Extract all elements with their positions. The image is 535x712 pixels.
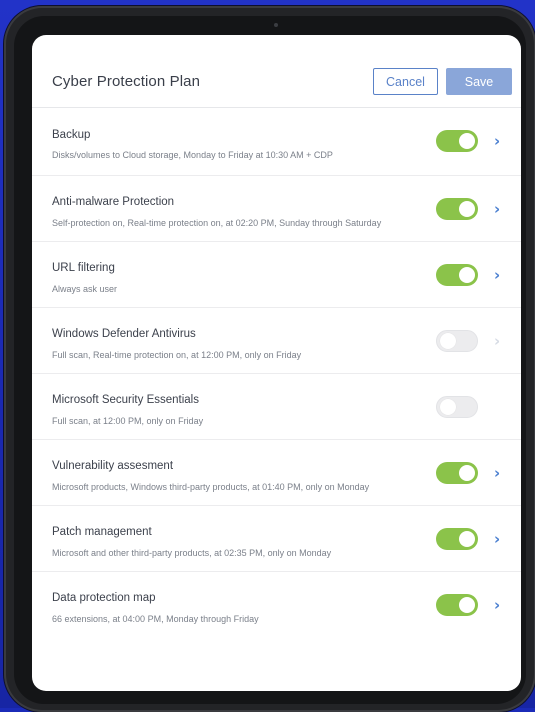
item-title: Windows Defender Antivirus [52,328,196,340]
save-button[interactable]: Save [446,68,512,95]
backup-toggle[interactable] [436,130,478,152]
toggle-knob [459,133,475,149]
list-item-security-essentials[interactable]: Microsoft Security Essentials Full scan,… [32,374,521,440]
item-title: Anti-malware Protection [52,196,175,208]
chevron-right-icon[interactable]: › [494,596,508,614]
chevron-right-icon[interactable]: › [494,200,508,218]
cancel-button[interactable]: Cancel [373,68,438,95]
settings-list: Backup Disks/volumes to Cloud storage, M… [32,108,521,638]
data-protection-map-toggle[interactable] [436,594,478,616]
item-description: Self-protection on, Real-time protection… [52,218,382,228]
anti-malware-toggle[interactable] [436,198,478,220]
chevron-right-icon[interactable]: › [494,132,508,150]
item-title: Patch management [52,526,152,538]
item-title: Backup [52,129,91,141]
chevron-right-icon[interactable]: › [494,530,508,548]
item-description: Always ask user [52,284,118,294]
item-description: Microsoft products, Windows third-party … [52,482,370,492]
list-item-patch-management[interactable]: Patch management Microsoft and other thi… [32,506,521,572]
item-title: URL filtering [52,262,115,274]
toggle-knob [459,267,475,283]
security-essentials-toggle[interactable] [436,396,478,418]
toggle-knob [440,399,456,415]
toggle-knob [459,201,475,217]
patch-management-toggle[interactable] [436,528,478,550]
list-item-anti-malware[interactable]: Anti-malware Protection Self-protection … [32,176,521,242]
url-filtering-toggle[interactable] [436,264,478,286]
protection-plan-panel: Cyber Protection Plan Cancel Save Backup… [32,35,521,691]
toggle-knob [459,465,475,481]
item-title: Vulnerability assesment [52,460,174,472]
camera-dot [274,23,278,27]
item-description: Full scan, Real-time protection on, at 1… [52,350,302,360]
toggle-knob [459,597,475,613]
tablet-frame: Cyber Protection Plan Cancel Save Backup… [4,6,535,712]
item-description: Disks/volumes to Cloud storage, Monday t… [52,150,333,160]
vulnerability-toggle[interactable] [436,462,478,484]
page-title: Cyber Protection Plan [52,73,201,90]
list-item-vulnerability-assessment[interactable]: Vulnerability assesment Microsoft produc… [32,440,521,506]
panel-header: Cyber Protection Plan Cancel Save [32,35,521,108]
item-description: Full scan, at 12:00 PM, only on Friday [52,416,204,426]
list-item-windows-defender[interactable]: Windows Defender Antivirus Full scan, Re… [32,308,521,374]
list-item-backup[interactable]: Backup Disks/volumes to Cloud storage, M… [32,108,521,176]
toggle-knob [440,333,456,349]
item-description: Microsoft and other third-party products… [52,548,332,558]
chevron-right-icon[interactable]: › [494,332,508,350]
list-item-url-filtering[interactable]: URL filtering Always ask user › [32,242,521,308]
chevron-right-icon[interactable]: › [494,464,508,482]
windows-defender-toggle[interactable] [436,330,478,352]
item-title: Data protection map [52,592,156,604]
item-title: Microsoft Security Essentials [52,394,199,406]
chevron-right-icon[interactable]: › [494,266,508,284]
list-item-data-protection-map[interactable]: Data protection map 66 extensions, at 04… [32,572,521,638]
item-description: 66 extensions, at 04:00 PM, Monday throu… [52,614,259,624]
toggle-knob [459,531,475,547]
